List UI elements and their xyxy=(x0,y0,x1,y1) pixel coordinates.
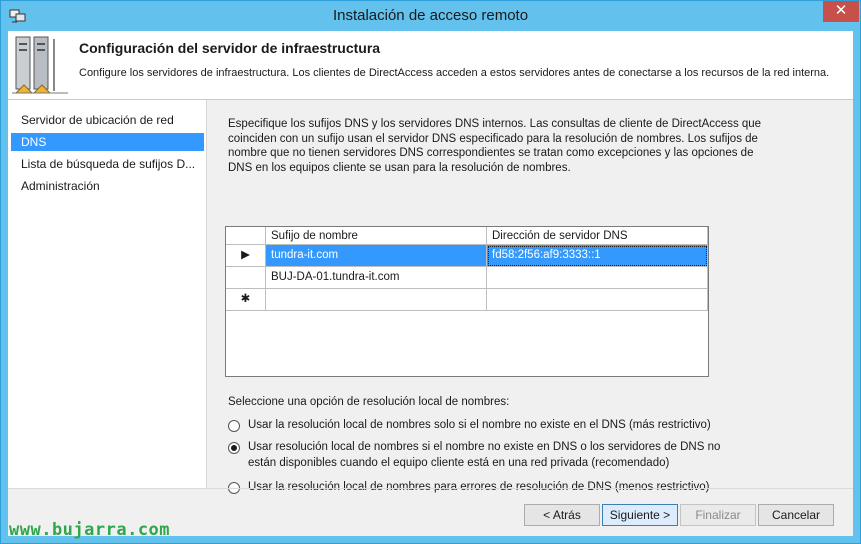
finish-button[interactable]: Finalizar xyxy=(680,504,756,526)
row-selected-marker[interactable]: ▶ xyxy=(226,245,266,267)
watermark: www.bujarra.com xyxy=(9,520,171,540)
server-infrastructure-icon xyxy=(12,36,68,94)
intro-text: Especifique los sufijos DNS y los servid… xyxy=(228,118,762,174)
new-row-asterisk-icon[interactable]: ✱ xyxy=(226,289,266,311)
column-header-dns[interactable]: Dirección de servidor DNS xyxy=(487,227,708,245)
row-header-cell[interactable] xyxy=(226,267,266,289)
nav-item-lista-sufijos[interactable]: Lista de búsqueda de sufijos D... xyxy=(11,155,204,173)
cancel-button[interactable]: Cancelar xyxy=(758,504,834,526)
dns-panel: Especifique los sufijos DNS y los servid… xyxy=(207,100,853,494)
wizard-header: Configuración del servidor de infraestru… xyxy=(8,31,853,100)
next-button[interactable]: Siguiente > xyxy=(602,504,678,526)
suffix-cell[interactable] xyxy=(266,289,487,311)
page-description: Configure los servidores de infraestruct… xyxy=(79,67,830,79)
dns-address-cell[interactable] xyxy=(487,289,708,311)
footer-divider xyxy=(8,488,853,489)
close-button[interactable]: ✕ xyxy=(823,1,859,22)
radio-recommended[interactable] xyxy=(228,442,240,454)
new-row[interactable]: ✱ xyxy=(226,289,708,311)
window-title: Instalación de acceso remoto xyxy=(332,7,529,24)
table-row[interactable]: ▶ tundra-it.com fd58:2f56:af9:3333::1 xyxy=(226,245,708,267)
resolution-options-title: Seleccione una opción de resolución loca… xyxy=(228,396,510,408)
dns-address-cell[interactable]: fd58:2f56:af9:3333::1 xyxy=(487,245,708,267)
radio-recommended-label[interactable]: Usar resolución local de nombres si el n… xyxy=(248,439,748,471)
suffix-cell[interactable]: BUJ-DA-01.tundra-it.com xyxy=(266,267,487,289)
nav-item-dns[interactable]: DNS xyxy=(11,133,204,151)
table-row[interactable]: BUJ-DA-01.tundra-it.com xyxy=(226,267,708,289)
radio-most-restrictive[interactable] xyxy=(228,420,240,432)
wizard-nav: Servidor de ubicación de red DNS Lista d… xyxy=(8,100,207,488)
wizard-body: Configuración del servidor de infraestru… xyxy=(8,31,853,536)
back-button[interactable]: < Atrás xyxy=(524,504,600,526)
title-bar[interactable]: Instalación de acceso remoto ✕ xyxy=(1,1,860,31)
column-header-suffix[interactable]: Sufijo de nombre xyxy=(266,227,487,245)
installer-window: Instalación de acceso remoto ✕ Configura… xyxy=(0,0,861,544)
radio-least-restrictive-label[interactable]: Usar la resolución local de nombres para… xyxy=(248,479,748,495)
grid-header: Sufijo de nombre Dirección de servidor D… xyxy=(226,227,708,245)
suffix-cell[interactable]: tundra-it.com xyxy=(266,245,487,267)
page-title: Configuración del servidor de infraestru… xyxy=(79,40,381,56)
dns-address-cell[interactable] xyxy=(487,267,708,289)
nav-item-administracion[interactable]: Administración xyxy=(11,177,204,195)
nav-item-servidor-ubicacion-red[interactable]: Servidor de ubicación de red xyxy=(11,111,204,129)
dns-grid[interactable]: Sufijo de nombre Dirección de servidor D… xyxy=(225,226,709,377)
grid-corner-cell xyxy=(226,227,266,245)
radio-most-restrictive-label[interactable]: Usar la resolución local de nombres solo… xyxy=(248,417,748,433)
